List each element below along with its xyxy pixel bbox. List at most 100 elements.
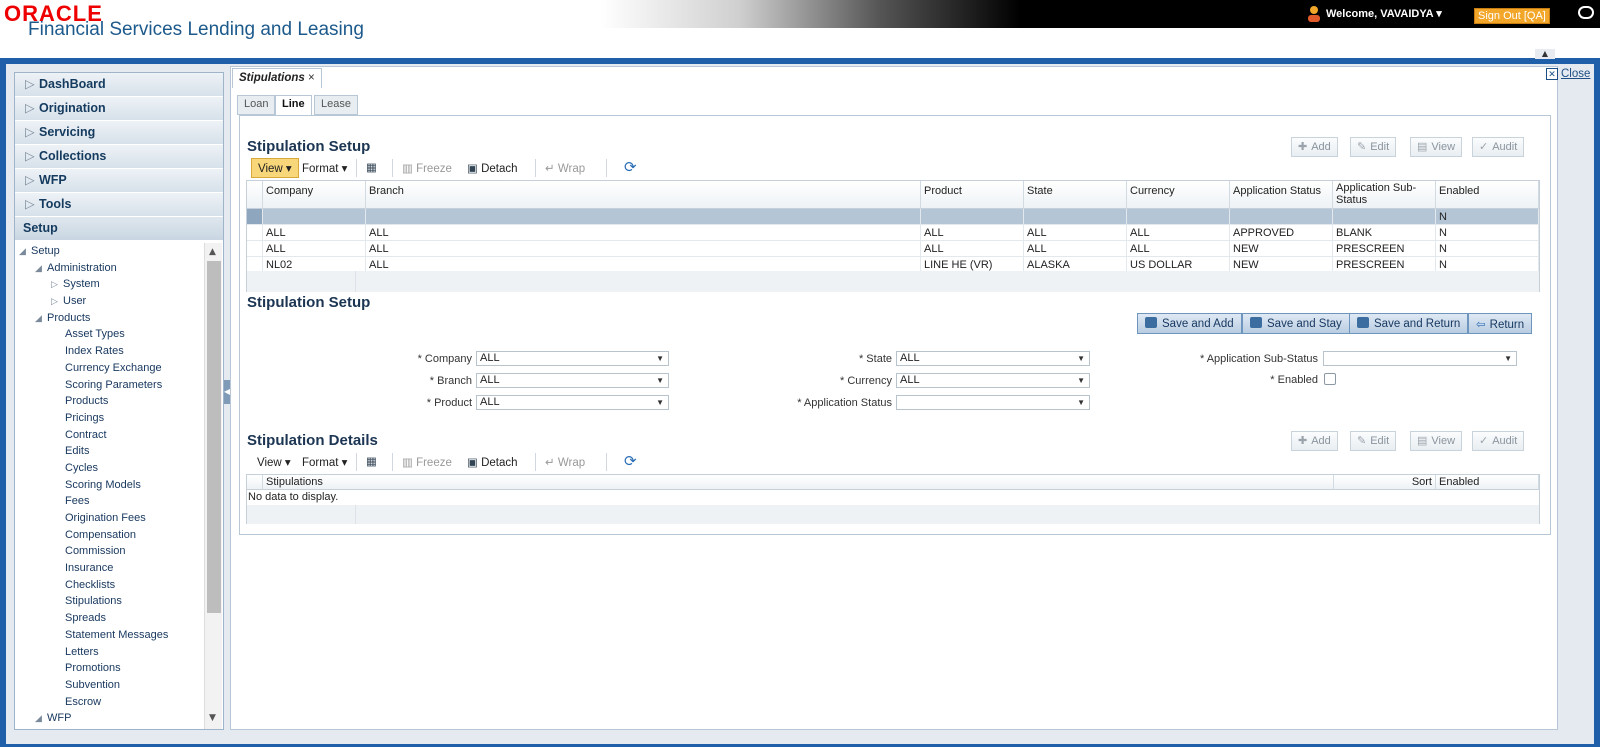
table-cell[interactable]: ALL: [263, 241, 366, 257]
tree-item[interactable]: Escrow: [15, 694, 205, 711]
tree-item[interactable]: Letters: [15, 644, 205, 661]
table-cell[interactable]: ALL: [1127, 241, 1230, 257]
save-and-stay-button[interactable]: Save and Stay: [1242, 313, 1350, 334]
tree-item[interactable]: Scoring Parameters: [15, 377, 205, 394]
tree-item[interactable]: ▷ System: [15, 276, 205, 293]
edit-button[interactable]: ✎ Edit: [1350, 137, 1397, 157]
save-and-add-button[interactable]: Save and Add: [1137, 313, 1242, 334]
tree-item[interactable]: Stipulations: [15, 593, 205, 610]
column-header[interactable]: Currency: [1127, 181, 1230, 209]
table-cell[interactable]: [921, 209, 1024, 225]
tree-item[interactable]: Pricings: [15, 410, 205, 427]
tree-item[interactable]: Spreads: [15, 610, 205, 627]
table-cell[interactable]: [1333, 209, 1436, 225]
table-cell[interactable]: [263, 209, 366, 225]
tree-item[interactable]: Checklists: [15, 577, 205, 594]
table-cell[interactable]: APPROVED: [1230, 225, 1333, 241]
table-cell[interactable]: NEW: [1230, 241, 1333, 257]
tree-item[interactable]: Products: [15, 393, 205, 410]
table-cell[interactable]: N: [1436, 225, 1539, 241]
application-sub-status-select[interactable]: ▼: [1323, 351, 1517, 366]
tree-item[interactable]: Compensation: [15, 527, 205, 544]
tree-item[interactable]: Promotions: [15, 660, 205, 677]
tree-item[interactable]: ◢ Administration: [15, 260, 205, 277]
scroll-down-icon[interactable]: ▼: [209, 713, 216, 723]
tree-item[interactable]: Index Rates: [15, 343, 205, 360]
table-cell[interactable]: N: [1436, 241, 1539, 257]
table-cell[interactable]: [1230, 209, 1333, 225]
tree-item[interactable]: Subvention: [15, 677, 205, 694]
query-icon[interactable]: ▦: [366, 160, 377, 174]
nav-tools[interactable]: ▷ Tools: [15, 193, 223, 217]
tree-item[interactable]: Currency Exchange: [15, 360, 205, 377]
table-cell[interactable]: [1127, 209, 1230, 225]
table-cell[interactable]: ALL: [263, 225, 366, 241]
nav-wfp[interactable]: ▷ WFP: [15, 169, 223, 193]
subtab-loan[interactable]: Loan: [237, 95, 276, 115]
table-cell[interactable]: [1024, 209, 1127, 225]
tree-item[interactable]: Contract: [15, 427, 205, 444]
details-freeze-button[interactable]: ▥ Freeze: [402, 455, 452, 469]
wrap-button[interactable]: ↵ Wrap: [545, 161, 585, 175]
nav-dashboard[interactable]: ▷ DashBoard: [15, 73, 223, 97]
table-cell[interactable]: ALL: [366, 241, 921, 257]
scroll-thumb[interactable]: [207, 261, 221, 613]
details-refresh-icon[interactable]: ⟳: [624, 452, 637, 470]
details-view-button[interactable]: ▤ View: [1410, 431, 1463, 451]
tree-scrollbar[interactable]: ▲ ▼: [204, 243, 222, 729]
col-sort[interactable]: Sort: [1334, 475, 1436, 490]
refresh-icon[interactable]: ⟳: [624, 158, 637, 176]
close-tab-icon[interactable]: ×: [308, 72, 315, 84]
column-header[interactable]: State: [1024, 181, 1127, 209]
subtab-line[interactable]: Line: [275, 95, 312, 116]
table-cell[interactable]: BLANK: [1333, 225, 1436, 241]
nav-setup[interactable]: Setup: [15, 217, 223, 241]
row-selector[interactable]: [247, 241, 263, 257]
branch-select[interactable]: ALL ▼: [476, 373, 669, 388]
freeze-button[interactable]: ▥ Freeze: [402, 161, 452, 175]
table-cell[interactable]: ALL: [1127, 225, 1230, 241]
tree-item[interactable]: ◢ Products: [15, 310, 205, 327]
table-cell[interactable]: ALL: [921, 225, 1024, 241]
details-audit-button[interactable]: ✓ Audit: [1472, 431, 1525, 451]
power-icon[interactable]: [1578, 6, 1594, 19]
column-header[interactable]: Enabled: [1436, 181, 1539, 209]
sign-out-button[interactable]: Sign Out [QA]: [1474, 8, 1550, 24]
table-cell[interactable]: ALL: [921, 241, 1024, 257]
table-cell[interactable]: PRESCREEN: [1333, 241, 1436, 257]
details-format-menu[interactable]: Format ▾: [302, 455, 347, 469]
welcome-menu[interactable]: Welcome, VAVAIDYA ▾: [1326, 7, 1442, 20]
tree-item[interactable]: Edits: [15, 443, 205, 460]
subtab-lease[interactable]: Lease: [314, 95, 358, 115]
detach-button[interactable]: ▣ Detach: [467, 161, 518, 175]
row-selector[interactable]: [247, 225, 263, 241]
view-button[interactable]: ▤ View: [1410, 137, 1463, 157]
nav-servicing[interactable]: ▷ Servicing: [15, 121, 223, 145]
scroll-up-icon[interactable]: ▲: [209, 247, 216, 257]
column-header[interactable]: Application Sub-Status: [1333, 181, 1436, 209]
tree-item[interactable]: Origination Fees: [15, 510, 205, 527]
return-button[interactable]: ⇦ Return: [1468, 313, 1533, 334]
close-button[interactable]: ✕ Close: [1546, 68, 1590, 80]
save-and-return-button[interactable]: Save and Return: [1349, 313, 1469, 334]
company-select[interactable]: ALL ▼: [476, 351, 669, 366]
tree-item[interactable]: Insurance: [15, 560, 205, 577]
tree-item[interactable]: Asset Types: [15, 326, 205, 343]
tree-item[interactable]: Cycles: [15, 460, 205, 477]
details-detach-button[interactable]: ▣ Detach: [467, 455, 518, 469]
col-stipulations[interactable]: Stipulations: [263, 475, 1334, 490]
column-header[interactable]: Product: [921, 181, 1024, 209]
details-edit-button[interactable]: ✎ Edit: [1350, 431, 1397, 451]
collapse-header-icon[interactable]: ▲: [1535, 49, 1555, 59]
tree-item[interactable]: ◢ WFP: [15, 710, 205, 727]
tree-item[interactable]: Statement Messages: [15, 627, 205, 644]
table-cell[interactable]: ALL: [1024, 241, 1127, 257]
details-query-icon[interactable]: ▦: [366, 454, 377, 468]
tree-item[interactable]: Fees: [15, 493, 205, 510]
col-enabled[interactable]: Enabled: [1436, 475, 1539, 490]
details-view-menu[interactable]: View ▾: [257, 455, 291, 469]
tree-item[interactable]: ◢ Setup: [15, 243, 205, 260]
audit-button[interactable]: ✓ Audit: [1472, 137, 1525, 157]
enabled-checkbox[interactable]: [1324, 373, 1336, 385]
nav-origination[interactable]: ▷ Origination: [15, 97, 223, 121]
